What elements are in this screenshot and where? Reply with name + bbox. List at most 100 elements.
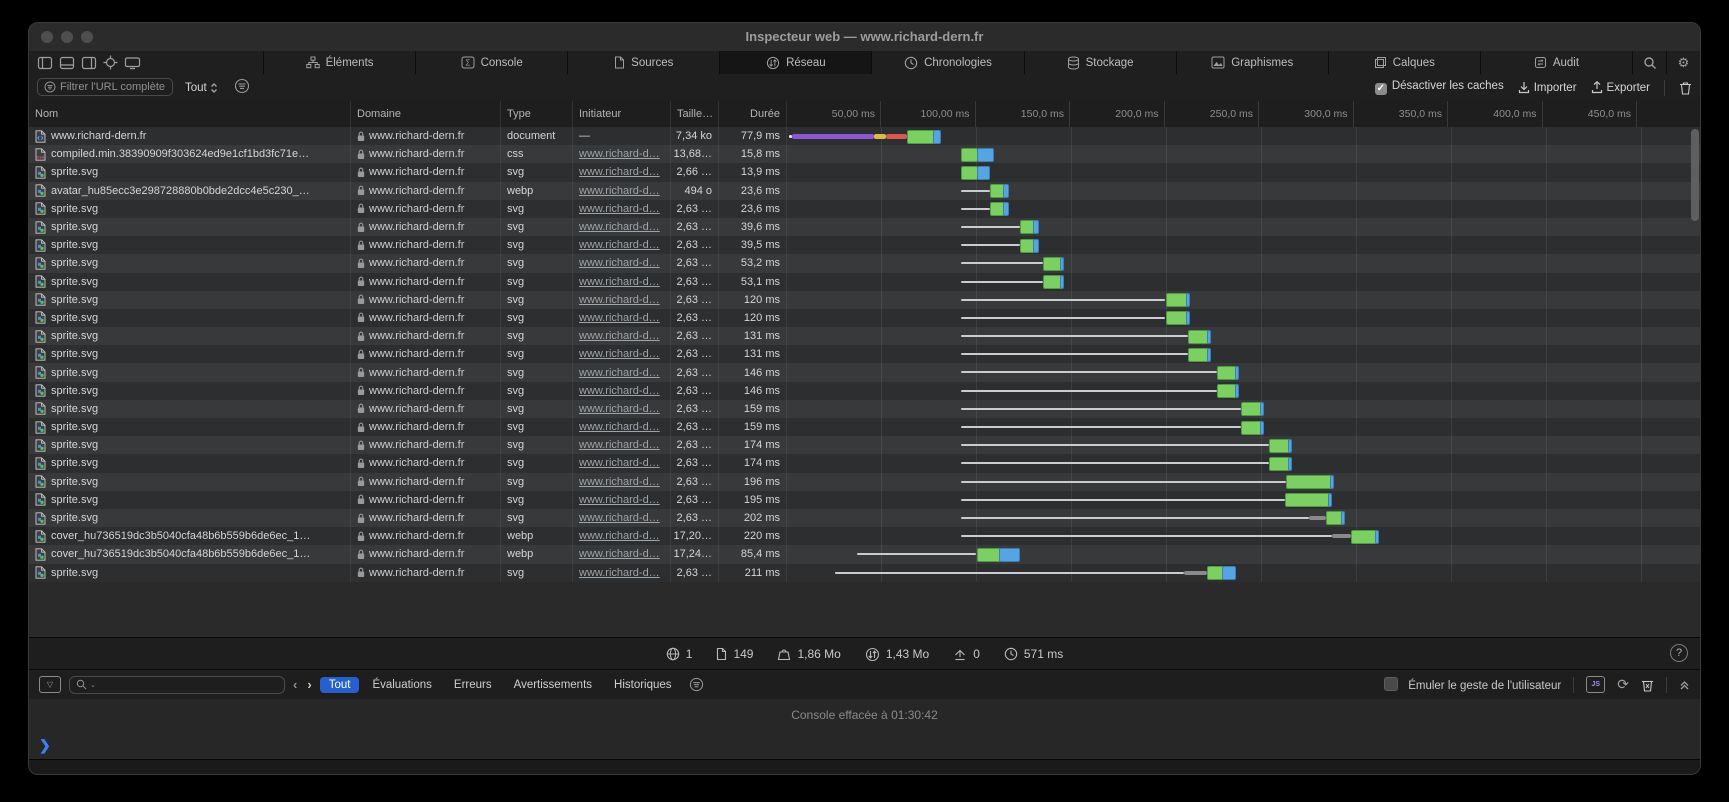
initiator-link[interactable]: www.richard-d… [579, 367, 660, 379]
table-row[interactable]: sprite.svgwww.richard-dern.frsvgwww.rich… [29, 200, 1700, 218]
initiator-link[interactable]: www.richard-d… [579, 385, 660, 397]
column-header-duration[interactable]: Durée [719, 101, 787, 127]
column-header-type[interactable]: Type [501, 101, 573, 127]
table-row[interactable]: sprite.svgwww.richard-dern.frsvgwww.rich… [29, 400, 1700, 418]
column-header-name[interactable]: Nom [29, 101, 351, 127]
initiator-link[interactable]: www.richard-d… [579, 330, 660, 342]
file-type-icon [35, 130, 46, 143]
console-filter-erreurs[interactable]: Erreurs [445, 677, 501, 693]
export-icon [1591, 81, 1603, 94]
tab-layers[interactable]: Calques [1328, 51, 1480, 74]
table-row[interactable]: cover_hu736519dc3b5040cfa48b6b559b6de6ec… [29, 527, 1700, 545]
table-row[interactable]: sprite.svgwww.richard-dern.frsvgwww.rich… [29, 291, 1700, 309]
table-row[interactable]: sprite.svgwww.richard-dern.frsvgwww.rich… [29, 273, 1700, 291]
table-row[interactable]: sprite.svgwww.richard-dern.frsvgwww.rich… [29, 418, 1700, 436]
device-settings-icon[interactable] [124, 56, 141, 70]
initiator-link[interactable]: www.richard-d… [579, 312, 660, 324]
table-row[interactable]: sprite.svgwww.richard-dern.frsvgwww.rich… [29, 236, 1700, 254]
table-row[interactable]: sprite.svgwww.richard-dern.frsvgwww.rich… [29, 382, 1700, 400]
console-filter-évaluations[interactable]: Évaluations [363, 677, 440, 693]
tab-console[interactable]: ΣConsole [415, 51, 567, 74]
help-button[interactable]: ? [1670, 644, 1688, 662]
initiator-link[interactable]: www.richard-d… [579, 294, 660, 306]
tab-audit[interactable]: Audit [1480, 51, 1632, 74]
tab-network[interactable]: Réseau [719, 51, 871, 74]
tab-graphics[interactable]: Graphismes [1176, 51, 1328, 74]
initiator-link[interactable]: www.richard-d… [579, 439, 660, 451]
table-row[interactable]: www.richard-dern.frwww.richard-dern.frdo… [29, 127, 1700, 145]
table-row[interactable]: sprite.svgwww.richard-dern.frsvgwww.rich… [29, 327, 1700, 345]
initiator-link[interactable]: www.richard-d… [579, 567, 660, 579]
initiator-link[interactable]: www.richard-d… [579, 221, 660, 233]
disable-caches-checkbox[interactable]: ✓Désactiver les caches [1375, 80, 1504, 95]
table-row[interactable]: sprite.svgwww.richard-dern.frsvgwww.rich… [29, 309, 1700, 327]
waterfall-segment-wait [961, 208, 989, 210]
table-row[interactable]: sprite.svgwww.richard-dern.frsvgwww.rich… [29, 509, 1700, 527]
initiator-link[interactable]: www.richard-d… [579, 403, 660, 415]
clear-network-items-icon[interactable] [1679, 81, 1692, 95]
tab-sources[interactable]: Sources [567, 51, 719, 74]
dock-left-icon[interactable] [37, 56, 53, 70]
console-filter-tout[interactable]: Tout [320, 677, 360, 693]
dock-bottom-icon[interactable] [59, 56, 75, 70]
initiator-link[interactable]: www.richard-d… [579, 203, 660, 215]
url-filter-input[interactable]: Filtrer l'URL complète [37, 78, 173, 96]
table-row[interactable]: sprite.svgwww.richard-dern.frsvgwww.rich… [29, 363, 1700, 381]
console-filter-options-icon[interactable] [689, 677, 704, 692]
tab-elements[interactable]: Éléments [263, 51, 415, 74]
search-button[interactable] [1632, 51, 1666, 74]
clear-console-icon[interactable] [1641, 678, 1654, 692]
initiator-link[interactable]: www.richard-d… [579, 166, 660, 178]
table-row[interactable]: sprite.svgwww.richard-dern.frsvgwww.rich… [29, 254, 1700, 272]
export-button[interactable]: Exporter [1591, 81, 1650, 94]
table-row[interactable]: sprite.svgwww.richard-dern.frsvgwww.rich… [29, 218, 1700, 236]
initiator-link[interactable]: www.richard-d… [579, 512, 660, 524]
filter-options-icon[interactable] [234, 78, 250, 94]
initiator-link[interactable]: www.richard-d… [579, 494, 660, 506]
table-row[interactable]: csscompiled.min.38390909f303624ed9e1cf1b… [29, 145, 1700, 163]
emulate-user-gesture-checkbox[interactable]: Émuler le geste de l'utilisateur [1384, 677, 1561, 692]
initiator-link[interactable]: www.richard-d… [579, 185, 660, 197]
initiator-link[interactable]: www.richard-d… [579, 148, 660, 160]
table-row[interactable]: sprite.svgwww.richard-dern.frsvgwww.rich… [29, 473, 1700, 491]
initiator-link[interactable]: www.richard-d… [579, 548, 660, 560]
tab-storage[interactable]: Stockage [1024, 51, 1176, 74]
table-row[interactable]: sprite.svgwww.richard-dern.frsvgwww.rich… [29, 345, 1700, 363]
column-header-initiator[interactable]: Initiateur [573, 101, 671, 127]
reload-icon[interactable]: ⟳ [1617, 676, 1629, 693]
table-row[interactable]: avatar_hu85ecc3e298728880b0bde2dcc4e5c23… [29, 182, 1700, 200]
table-row[interactable]: sprite.svgwww.richard-dern.frsvgwww.rich… [29, 436, 1700, 454]
expand-console-icon[interactable] [1679, 679, 1690, 691]
import-button[interactable]: Importer [1518, 81, 1577, 94]
initiator-link[interactable]: www.richard-d… [579, 421, 660, 433]
column-header-domain[interactable]: Domaine [351, 101, 501, 127]
next-result-button[interactable]: › [307, 677, 311, 692]
console-search-input[interactable]: ⌄ [69, 676, 285, 694]
initiator-link[interactable]: www.richard-d… [579, 276, 660, 288]
initiator-link[interactable]: www.richard-d… [579, 239, 660, 251]
dock-right-icon[interactable] [81, 56, 97, 70]
table-row[interactable]: sprite.svgwww.richard-dern.frsvgwww.rich… [29, 564, 1700, 582]
settings-gear-icon[interactable]: ⚙ [1666, 51, 1700, 74]
javascript-context-icon[interactable]: JS [1586, 676, 1605, 693]
initiator-link[interactable]: www.richard-d… [579, 530, 660, 542]
resource-scope-select[interactable]: Tout [185, 78, 218, 97]
previous-result-button[interactable]: ‹ [293, 677, 297, 692]
initiator-link[interactable]: www.richard-d… [579, 476, 660, 488]
initiator-link[interactable]: www.richard-d… [579, 257, 660, 269]
vertical-scrollbar[interactable] [1691, 129, 1699, 221]
element-picker-icon[interactable] [103, 55, 118, 70]
console-prompt[interactable]: ❯ [29, 731, 1700, 759]
tab-timelines[interactable]: Chronologies [871, 51, 1023, 74]
table-row[interactable]: cover_hu736519dc3b5040cfa48b6b559b6de6ec… [29, 545, 1700, 563]
column-header-size[interactable]: Taille… [671, 101, 719, 127]
resource-size: 2,63 … [677, 312, 712, 324]
console-filter-historiques[interactable]: Historiques [605, 677, 681, 693]
initiator-link[interactable]: www.richard-d… [579, 457, 660, 469]
table-row[interactable]: sprite.svgwww.richard-dern.frsvgwww.rich… [29, 163, 1700, 181]
table-row[interactable]: sprite.svgwww.richard-dern.frsvgwww.rich… [29, 491, 1700, 509]
table-row[interactable]: sprite.svgwww.richard-dern.frsvgwww.rich… [29, 454, 1700, 472]
console-drawer-icon[interactable]: ▽ [39, 676, 61, 693]
console-filter-avertissements[interactable]: Avertissements [505, 677, 601, 693]
initiator-link[interactable]: www.richard-d… [579, 348, 660, 360]
